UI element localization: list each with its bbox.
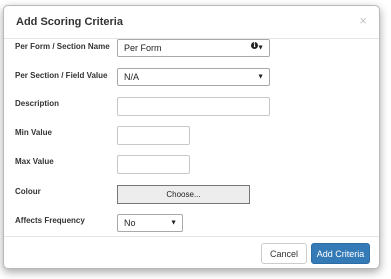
per-section-selected-value: N/A: [124, 72, 140, 82]
affects-frequency-selected-value: No: [124, 218, 136, 228]
per-form-label: Per Form / Section Name: [15, 42, 110, 51]
cancel-button[interactable]: Cancel: [261, 243, 307, 264]
per-section-label: Per Section / Field Value: [15, 71, 108, 80]
close-icon[interactable]: ×: [359, 14, 367, 27]
min-value-label: Min Value: [15, 128, 52, 137]
min-value-input[interactable]: [117, 126, 190, 145]
dialog-header: Add Scoring Criteria ×: [4, 6, 379, 39]
footer-divider: [4, 236, 379, 237]
per-section-select[interactable]: N/A ▼: [117, 68, 270, 86]
colour-label: Colour: [15, 187, 41, 196]
chevron-down-icon: ▼: [257, 73, 264, 81]
description-input[interactable]: [117, 97, 270, 116]
per-form-selected-value: Per Form: [124, 43, 162, 53]
chevron-down-icon: ▼: [257, 44, 264, 52]
per-form-select[interactable]: Per Form ▼: [117, 39, 270, 57]
affects-frequency-label: Affects Frequency: [15, 216, 85, 225]
dialog-title: Add Scoring Criteria: [16, 16, 123, 28]
add-scoring-criteria-dialog: Add Scoring Criteria × Per Form / Sectio…: [3, 5, 380, 269]
chevron-down-icon: ▼: [170, 219, 177, 227]
max-value-label: Max Value: [15, 157, 54, 166]
colour-choose-button[interactable]: Choose...: [117, 185, 250, 204]
max-value-input[interactable]: [117, 155, 190, 174]
add-criteria-button[interactable]: Add Criteria: [311, 243, 370, 264]
info-icon[interactable]: i: [251, 42, 258, 49]
description-label: Description: [15, 99, 60, 108]
affects-frequency-select[interactable]: No ▼: [117, 214, 183, 232]
